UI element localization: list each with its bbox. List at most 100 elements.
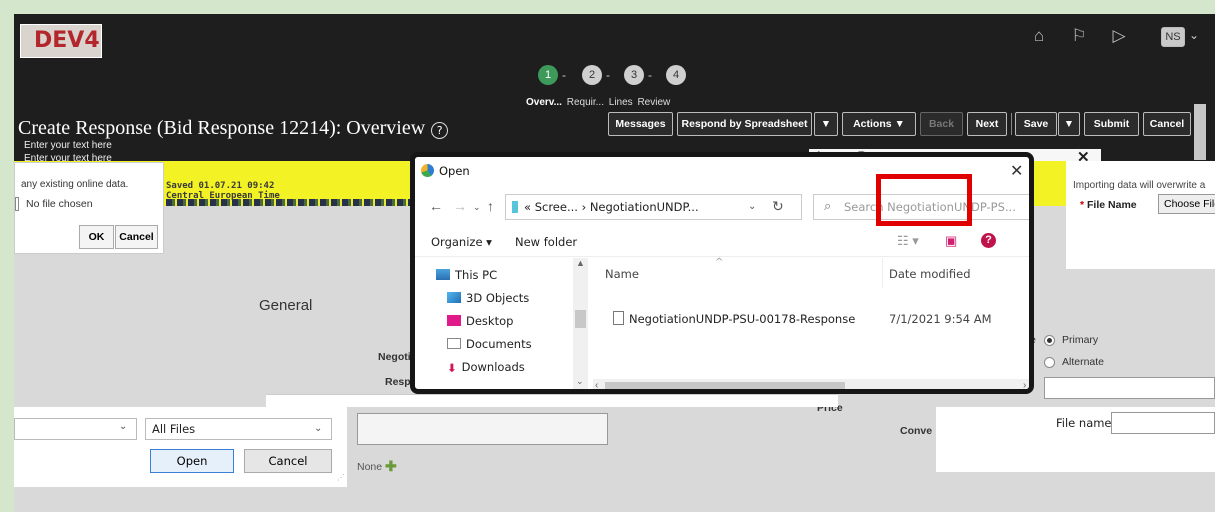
help-icon[interactable]: ? <box>431 122 449 139</box>
horizontal-scrollbar[interactable]: ‹ › <box>593 379 1029 389</box>
chevron-down-icon[interactable]: ⌄ <box>748 195 756 219</box>
breadcrumb-separator: › <box>581 200 587 214</box>
address-bar[interactable]: « Scree... › NegotiationUNDP... ⌄ <box>505 194 802 220</box>
file-name-combobox[interactable]: ⌄ <box>14 418 137 440</box>
submit-button[interactable]: Submit <box>1084 112 1139 136</box>
file-row-date: 7/1/2021 9:54 AM <box>889 312 992 326</box>
back-button[interactable]: Back <box>920 112 963 136</box>
forward-arrow-icon[interactable]: → <box>453 198 467 214</box>
tree-item-documents[interactable]: Documents <box>447 337 532 351</box>
resize-grip-icon[interactable]: ⋰ <box>337 473 345 482</box>
refresh-icon[interactable]: ↻ <box>772 198 784 215</box>
scroll-thumb[interactable] <box>575 310 586 328</box>
spreadsheet-menu-button[interactable]: ▼ <box>814 112 838 136</box>
view-options-icon[interactable]: ☷ ▾ <box>897 233 919 249</box>
choose-file-button[interactable] <box>15 197 19 211</box>
scroll-left-icon[interactable]: ‹ <box>595 380 598 389</box>
chevron-down-icon[interactable]: ⌄ <box>119 421 127 432</box>
messages-button[interactable]: Messages <box>608 112 673 136</box>
breadcrumb-current[interactable]: NegotiationUNDP... <box>590 200 699 214</box>
train-step-1[interactable]: 1 <box>538 65 558 85</box>
home-icon[interactable]: ⌂ <box>1029 26 1049 46</box>
note-textarea[interactable] <box>357 413 608 445</box>
open-cancel-button[interactable]: Cancel <box>244 449 332 473</box>
dialog-cancel-button[interactable]: Cancel <box>115 225 158 249</box>
computer-icon <box>436 269 450 280</box>
tree-item-3d-objects[interactable]: 3D Objects <box>447 291 529 305</box>
tree-item-this-pc[interactable]: This PC <box>436 268 497 282</box>
organize-menu[interactable]: Organize ▾ <box>431 235 492 249</box>
back-arrow-icon[interactable]: ← <box>429 198 443 214</box>
organize-label: Organize <box>431 235 483 249</box>
save-menu-button[interactable]: ▼ <box>1058 112 1080 136</box>
navigation-pane: This PC 3D Objects Desktop Documents ⬇ Do… <box>415 258 588 389</box>
file-name-label-text: File Name <box>1087 199 1137 211</box>
respond-by-spreadsheet-button[interactable]: Respond by Spreadsheet <box>677 112 812 136</box>
actions-label: Actions <box>853 118 892 130</box>
new-folder-button[interactable]: New folder <box>515 235 577 249</box>
recent-locations-icon[interactable]: ⌄ <box>473 202 481 213</box>
file-icon <box>613 311 624 325</box>
response-input[interactable] <box>1044 377 1215 399</box>
conversion-label: Conve <box>900 425 933 437</box>
tree-item-downloads[interactable]: ⬇ Downloads <box>447 360 525 375</box>
column-divider[interactable] <box>882 258 883 288</box>
file-name-panel: File name: <box>936 407 1215 472</box>
flag-icon[interactable]: ⚐ <box>1069 26 1089 46</box>
saved-status: Saved 01.07.21 09:42 Central European Ti… <box>166 181 280 201</box>
scroll-thumb[interactable] <box>605 382 845 389</box>
user-avatar[interactable]: NS <box>1161 27 1185 47</box>
train-label-requirements[interactable]: Requir... <box>567 97 604 108</box>
up-arrow-icon[interactable]: ↑ <box>487 198 494 214</box>
primary-radio[interactable] <box>1044 335 1055 346</box>
tree-item-label: Downloads <box>461 360 525 374</box>
alternate-label: Alternate <box>1062 356 1105 368</box>
ok-button[interactable]: OK <box>79 225 114 249</box>
scroll-up-icon[interactable]: ▲ <box>576 258 585 268</box>
open-dialog-title: Open <box>439 164 470 178</box>
chevron-down-icon[interactable]: ⌄ <box>1189 28 1199 42</box>
train-label-review[interactable]: Review <box>637 97 670 108</box>
breadcrumb-parent[interactable]: « Scree... <box>524 200 578 214</box>
train-step-2[interactable]: 2 <box>582 65 602 85</box>
choose-file-button[interactable]: Choose File <box>1158 194 1215 214</box>
search-icon: ⌕ <box>824 199 832 214</box>
attachments-none-text: None <box>357 461 383 473</box>
attachments: None ✚ <box>357 458 397 475</box>
tree-item-label: This PC <box>455 268 498 282</box>
page-title-text: Create Response (Bid Response 12214): Ov… <box>18 117 426 139</box>
column-header-date-modified[interactable]: Date modified <box>889 267 971 281</box>
save-button[interactable]: Save <box>1015 112 1057 136</box>
hint-text: Enter your text here <box>24 140 112 151</box>
cancel-button[interactable]: Cancel <box>1143 112 1191 136</box>
page-title: Create Response (Bid Response 12214): Ov… <box>18 117 449 140</box>
notification-icon[interactable]: ▷ <box>1109 26 1129 46</box>
file-type-select[interactable]: All Files ⌄ <box>145 418 332 440</box>
add-icon[interactable]: ✚ <box>385 458 397 474</box>
scroll-down-icon[interactable]: ⌄ <box>576 376 584 387</box>
train-step-3[interactable]: 3 <box>624 65 644 85</box>
help-icon[interactable]: ? <box>981 233 996 248</box>
tree-item-desktop[interactable]: Desktop <box>447 314 513 328</box>
overwrite-warning: any existing online data. <box>21 179 129 190</box>
tree-item-label: Documents <box>466 337 532 351</box>
tree-scrollbar[interactable]: ▲ ⌄ <box>573 258 588 389</box>
alternate-radio[interactable] <box>1044 357 1055 368</box>
file-name-input[interactable] <box>1111 412 1215 434</box>
tree-item-label: Desktop <box>466 314 514 328</box>
open-button[interactable]: Open <box>150 449 234 473</box>
column-header-name[interactable]: Name <box>605 267 639 281</box>
chevron-down-icon[interactable]: ⌄ <box>314 419 322 439</box>
next-button[interactable]: Next <box>967 112 1007 136</box>
train-step-4[interactable]: 4 <box>666 65 686 85</box>
close-icon[interactable]: ✕ <box>1010 161 1023 181</box>
train-label-overview[interactable]: Overv... <box>526 97 562 108</box>
train-label-lines[interactable]: Lines <box>609 97 633 108</box>
scroll-right-icon[interactable]: › <box>1023 380 1026 389</box>
documents-icon <box>447 338 461 349</box>
file-type-value: All Files <box>152 422 196 436</box>
actions-button[interactable]: Actions ▼ <box>842 112 916 136</box>
preview-pane-icon[interactable]: ▣ <box>945 233 957 249</box>
file-row-name[interactable]: NegotiationUNDP-PSU-00178-Response <box>629 312 855 326</box>
scrollbar[interactable] <box>1194 104 1206 160</box>
